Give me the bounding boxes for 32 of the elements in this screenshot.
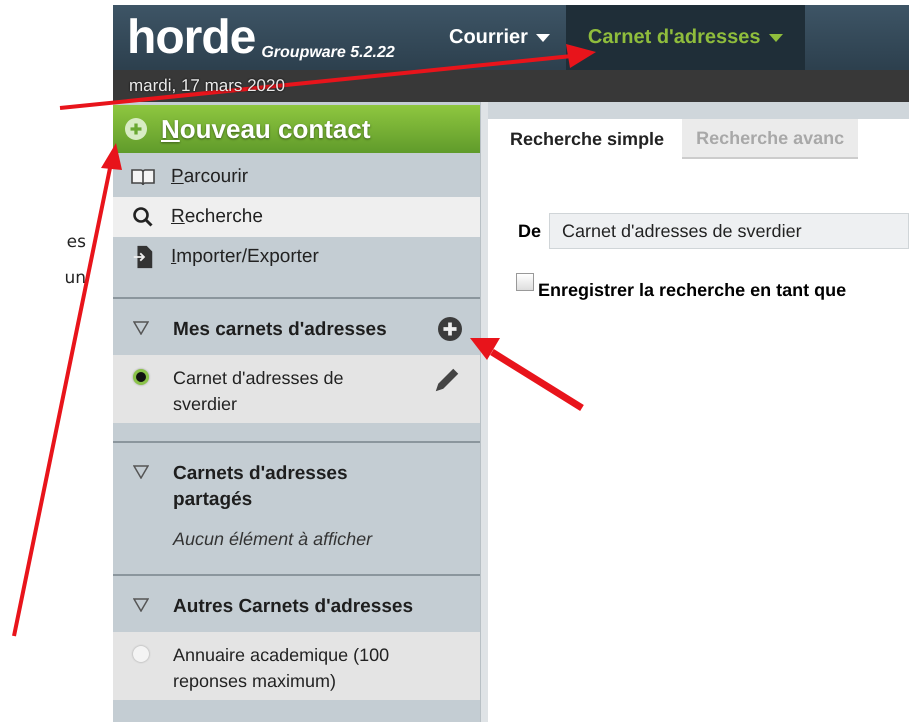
collapse-triangle-icon[interactable]	[133, 465, 149, 479]
document-arrow-icon	[131, 245, 155, 269]
radio-dot[interactable]	[133, 369, 149, 385]
pane-splitter[interactable]	[480, 102, 488, 722]
collapse-triangle-icon[interactable]	[133, 598, 149, 612]
logo[interactable]: horde	[127, 14, 256, 62]
section-title: Mes carnets d'adresses	[173, 318, 388, 342]
document-text: es	[66, 232, 86, 252]
book-icon	[131, 167, 155, 187]
sidebar-item[interactable]: Parcourir	[113, 157, 480, 197]
section-title: Carnets d'adresses partagés	[173, 462, 349, 512]
collapse-triangle-icon[interactable]	[133, 321, 149, 335]
checkbox-label: Enregistrer la recherche en tant que	[538, 280, 846, 301]
section-title: Autres Carnets d'adresses	[173, 595, 414, 619]
source-select[interactable]: Carnet d'adresses de sverdier	[549, 213, 909, 249]
address-book-item[interactable]: Carnet d'adresses de sverdier	[113, 355, 480, 423]
nav-menu[interactable]: Carnet d'adresses	[566, 5, 805, 70]
address-book-item[interactable]: Annuaire academique (100 reponses maximum)	[113, 632, 480, 700]
field-label: De	[518, 220, 542, 242]
plus-icon	[125, 118, 147, 140]
caret-icon	[768, 32, 783, 42]
sidebar-item[interactable]: Importer/Exporter	[113, 237, 480, 277]
empty-message: Aucun élément à afficher	[171, 528, 374, 551]
radio-dot[interactable]	[133, 646, 149, 662]
nav-menu[interactable]: Courrier	[433, 5, 566, 70]
search-icon	[131, 206, 155, 228]
sidebar-item[interactable]: Recherche	[113, 197, 480, 237]
add-icon[interactable]	[438, 317, 462, 341]
product-version: Groupware 5.2.22	[261, 44, 395, 62]
checkbox[interactable]	[516, 273, 534, 291]
document-text: un	[64, 268, 86, 288]
caret-icon	[536, 32, 550, 42]
